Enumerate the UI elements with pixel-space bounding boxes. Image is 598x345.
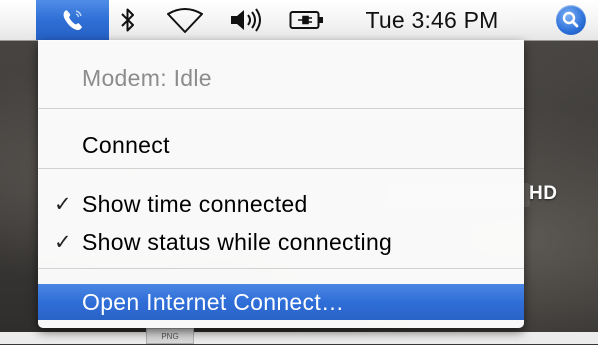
show-time-connected-label: Show time connected bbox=[82, 190, 308, 217]
open-internet-connect-item[interactable]: Open Internet Connect… bbox=[38, 284, 524, 320]
battery-plug-icon bbox=[289, 11, 323, 29]
menu-separator bbox=[38, 168, 524, 169]
connect-menu-item[interactable]: Connect bbox=[38, 127, 524, 163]
modem-status-item: Modem: Idle bbox=[38, 60, 524, 96]
bluetooth-menu-extra[interactable] bbox=[114, 0, 142, 40]
show-status-while-connecting-label: Show status while connecting bbox=[82, 228, 393, 255]
volume-icon bbox=[231, 8, 261, 32]
menu-separator bbox=[38, 108, 524, 109]
menu-separator bbox=[38, 268, 524, 269]
checkmark-icon: ✓ bbox=[54, 192, 72, 216]
show-status-while-connecting-item[interactable]: ✓ Show status while connecting bbox=[38, 224, 524, 260]
open-internet-connect-label: Open Internet Connect… bbox=[82, 288, 345, 315]
show-time-connected-item[interactable]: ✓ Show time connected bbox=[38, 186, 524, 222]
internet-connect-menu-extra[interactable] bbox=[36, 0, 109, 40]
airport-menu-extra[interactable] bbox=[160, 0, 210, 40]
phone-icon bbox=[63, 10, 82, 31]
internet-connect-menu: Modem: Idle Connect ✓ Show time connecte… bbox=[38, 40, 524, 328]
png-file-icon[interactable]: PNG bbox=[146, 328, 194, 344]
desktop-bottom-strip bbox=[0, 332, 598, 344]
menu-bar: Tue 3:46 PM bbox=[0, 0, 598, 41]
checkmark-icon: ✓ bbox=[54, 230, 72, 254]
menubar-clock[interactable]: Tue 3:46 PM bbox=[337, 0, 527, 40]
spotlight-button[interactable] bbox=[551, 0, 591, 40]
battery-menu-extra[interactable] bbox=[286, 0, 328, 40]
hard-drive-label[interactable]: HD bbox=[529, 183, 557, 205]
spotlight-icon bbox=[556, 5, 586, 35]
wifi-icon bbox=[167, 8, 203, 33]
modem-status-label: Modem: Idle bbox=[82, 64, 212, 91]
bluetooth-icon bbox=[121, 8, 134, 32]
volume-menu-extra[interactable] bbox=[224, 0, 270, 40]
connect-label: Connect bbox=[82, 131, 170, 158]
